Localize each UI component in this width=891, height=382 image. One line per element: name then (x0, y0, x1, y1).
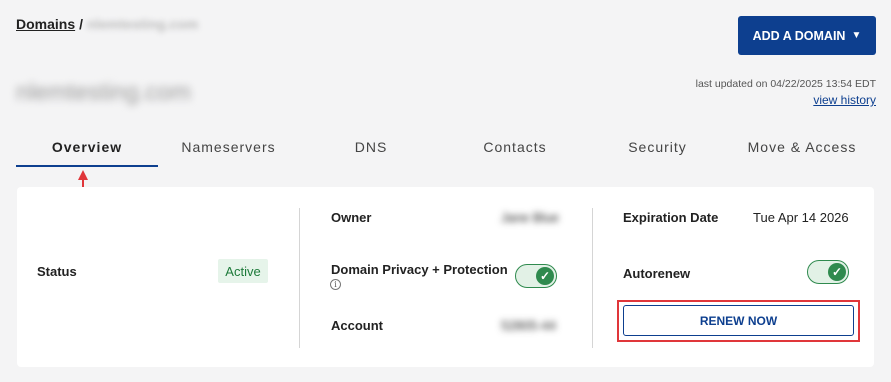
status-badge: Active (218, 259, 268, 283)
autorenew-toggle[interactable]: ✓ (807, 260, 849, 284)
caret-down-icon: ▼ (851, 30, 862, 41)
tab-nameservers[interactable]: Nameservers (158, 128, 299, 166)
status-label: Status (37, 264, 77, 279)
tab-move-access[interactable]: Move & Access (728, 128, 876, 166)
renew-now-button[interactable]: RENEW NOW (623, 305, 854, 336)
column-divider (592, 208, 593, 348)
expiration-date-value: Tue Apr 14 2026 (753, 210, 849, 225)
expiration-date-label: Expiration Date (623, 210, 719, 225)
account-value: 52805-44 (501, 318, 556, 333)
breadcrumb: Domains / nlemtesting.com (16, 16, 198, 32)
owner-label: Owner (331, 210, 372, 225)
overview-card: Status Active Owner Jane Blue Domain Pri… (17, 187, 874, 367)
breadcrumb-domains-link[interactable]: Domains (16, 16, 75, 32)
tab-bar: Overview Nameservers DNS Contacts Securi… (16, 128, 876, 168)
tab-contacts[interactable]: Contacts (443, 128, 587, 166)
tab-overview[interactable]: Overview (16, 128, 158, 167)
autorenew-label: Autorenew (623, 266, 691, 281)
owner-value: Jane Blue (501, 210, 559, 225)
breadcrumb-separator: / (79, 16, 84, 32)
account-label: Account (331, 318, 383, 333)
page-title: nlemtesting.com (16, 79, 191, 106)
add-a-domain-label: ADD A DOMAIN (752, 28, 846, 43)
tab-security[interactable]: Security (587, 128, 728, 166)
domain-privacy-label: Domain Privacy + Protection (331, 262, 508, 277)
info-icon[interactable]: i (330, 279, 341, 290)
add-a-domain-button[interactable]: ADD A DOMAIN ▼ (738, 16, 876, 55)
breadcrumb-current-domain: nlemtesting.com (87, 16, 199, 32)
column-divider (299, 208, 300, 348)
check-icon: ✓ (536, 267, 554, 285)
tab-dns[interactable]: DNS (299, 128, 443, 166)
view-history-link[interactable]: view history (813, 93, 876, 107)
domain-privacy-toggle[interactable]: ✓ (515, 264, 557, 288)
check-icon: ✓ (828, 263, 846, 281)
last-updated-text: last updated on 04/22/2025 13:54 EDT (695, 78, 876, 90)
